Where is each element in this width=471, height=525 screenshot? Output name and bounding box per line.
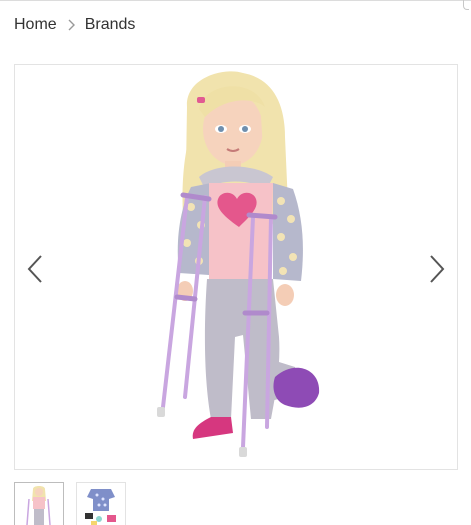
breadcrumb-home-link[interactable]: Home	[14, 16, 57, 34]
chevron-right-icon	[68, 19, 75, 31]
gallery-next-button[interactable]	[423, 249, 451, 289]
thumbnail-accessories[interactable]	[76, 482, 126, 525]
accessories-thumbnail-image	[85, 489, 116, 525]
breadcrumb-brands-link[interactable]: Brands	[85, 16, 136, 34]
header-divider	[0, 0, 471, 1]
chevron-left-icon	[27, 255, 42, 283]
header-corner-edge	[463, 0, 469, 10]
doll-with-crutches-image[interactable]	[125, 67, 345, 467]
thumbnail-doll[interactable]	[14, 482, 64, 525]
gallery-prev-button[interactable]	[21, 249, 49, 289]
chevron-right-icon	[430, 255, 445, 283]
thumbnail-strip	[14, 482, 126, 525]
doll-thumbnail-image	[26, 486, 51, 525]
product-image-gallery	[14, 64, 458, 470]
breadcrumb: Home Brands	[14, 14, 135, 36]
